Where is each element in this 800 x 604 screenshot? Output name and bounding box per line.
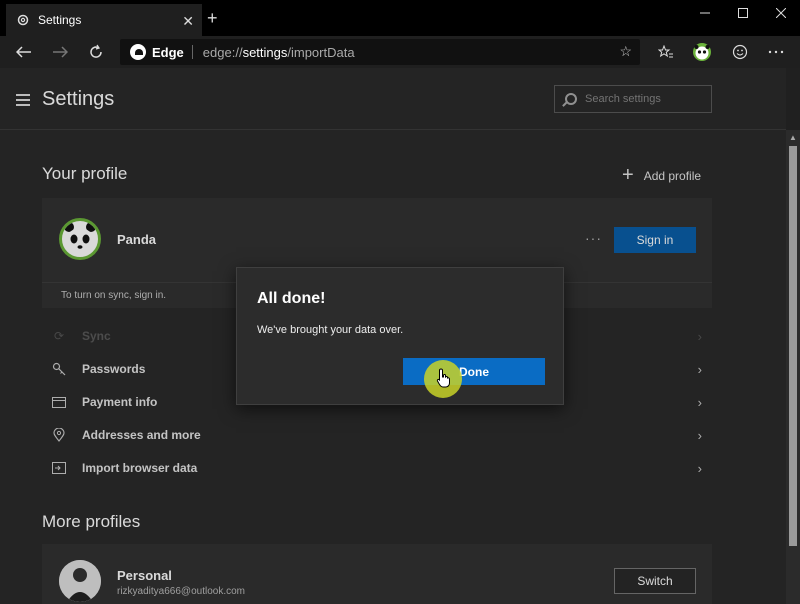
feedback-smiley-icon[interactable] [726, 40, 754, 64]
close-window-button[interactable] [762, 4, 800, 22]
tab-title: Settings [38, 13, 82, 27]
page-scrollbar[interactable]: ▲ [786, 130, 800, 604]
address-divider [191, 45, 193, 59]
edge-logo-icon [130, 44, 146, 60]
maximize-button[interactable] [724, 4, 762, 22]
tab-settings[interactable]: Settings ✕ [6, 4, 202, 36]
favorites-icon[interactable] [652, 40, 680, 64]
url-text: edge://settings/importData [202, 44, 355, 60]
profile-avatar-icon[interactable] [688, 40, 716, 64]
title-bar: Settings ✕ + [0, 0, 800, 36]
favorite-star-icon[interactable]: ☆ [619, 43, 632, 60]
back-button[interactable] [10, 40, 38, 64]
refresh-button[interactable] [82, 40, 110, 64]
scrollbar-thumb[interactable] [789, 146, 797, 546]
dialog-title: All done! [257, 290, 326, 307]
new-tab-button[interactable]: + [207, 9, 218, 27]
browser-toolbar: Edge edge://settings/importData ☆ [0, 36, 800, 68]
address-bar[interactable]: Edge edge://settings/importData ☆ [120, 39, 640, 65]
forward-button[interactable] [46, 40, 74, 64]
scroll-up-icon[interactable]: ▲ [789, 133, 797, 142]
close-tab-icon[interactable]: ✕ [182, 13, 194, 30]
more-menu-icon[interactable] [762, 40, 790, 64]
import-complete-dialog: All done! We've brought your data over. … [236, 267, 564, 405]
hand-pointer-icon [436, 368, 452, 393]
gear-icon [16, 13, 30, 27]
minimize-button[interactable] [686, 4, 724, 22]
site-identity: Edge [152, 44, 184, 60]
dialog-message: We've brought your data over. [257, 324, 404, 336]
